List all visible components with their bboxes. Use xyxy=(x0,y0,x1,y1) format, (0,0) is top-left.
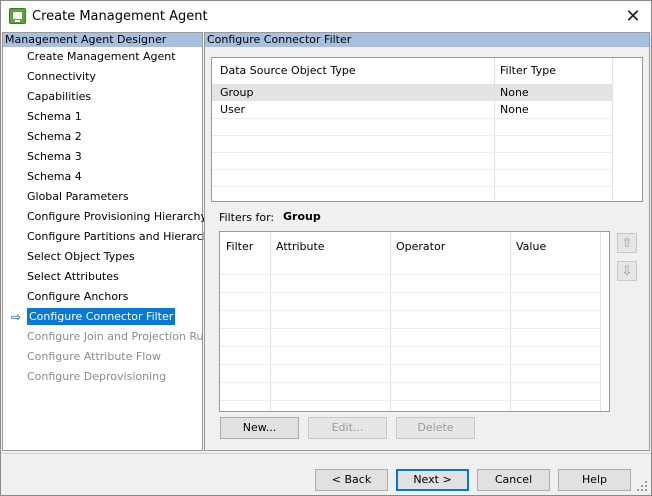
create-management-agent-dialog: Create Management Agent ✕ Management Age… xyxy=(0,0,652,496)
row-object-type: User xyxy=(220,103,246,116)
column-header-value[interactable]: Value xyxy=(516,240,546,253)
next-button[interactable]: Next > xyxy=(396,469,469,491)
column-divider xyxy=(510,232,511,411)
nav-item-global-parameters[interactable]: Global Parameters xyxy=(3,187,202,207)
nav-item-select-attributes[interactable]: Select Attributes xyxy=(3,267,202,287)
back-button[interactable]: < Back xyxy=(315,469,388,491)
nav-item-select-object-types[interactable]: Select Object Types xyxy=(3,247,202,267)
filters-for-label: Filters for: xyxy=(219,211,275,224)
edit-filter-button[interactable]: Edit... xyxy=(308,417,387,439)
title-bar: Create Management Agent ✕ xyxy=(1,1,651,32)
column-divider xyxy=(600,232,601,411)
resize-grip-icon[interactable] xyxy=(637,481,649,493)
row-divider xyxy=(220,346,600,347)
move-up-icon[interactable]: ⇧ xyxy=(617,233,637,253)
table-row[interactable]: Group None xyxy=(212,84,612,101)
row-divider xyxy=(220,328,600,329)
nav-item-configure-attribute-flow: Configure Attribute Flow xyxy=(27,350,161,363)
nav-item-configure-anchors[interactable]: Configure Anchors xyxy=(3,287,202,307)
row-filter-type: None xyxy=(500,103,529,116)
nav-item-schema-1[interactable]: Schema 1 xyxy=(3,107,202,127)
column-divider xyxy=(390,232,391,411)
nav-item-configure-provisioning-hierarchy[interactable]: Configure Provisioning Hierarchy xyxy=(3,207,207,227)
row-divider xyxy=(212,135,612,136)
nav-item-schema-3[interactable]: Schema 3 xyxy=(3,147,202,167)
nav-item-create-management-agent[interactable]: Create Management Agent xyxy=(3,47,202,67)
delete-filter-button[interactable]: Delete xyxy=(396,417,475,439)
cancel-button[interactable]: Cancel xyxy=(477,469,550,491)
filter-conditions-grid[interactable]: Filter Attribute Operator Value xyxy=(219,231,610,412)
row-divider xyxy=(220,382,600,383)
nav-item-configure-join-projection: Configure Join and Projection Rules xyxy=(27,330,220,343)
row-divider xyxy=(220,292,600,293)
close-icon[interactable]: ✕ xyxy=(621,5,645,27)
column-header-filter-type[interactable]: Filter Type xyxy=(500,64,556,77)
nav-item-schema-2[interactable]: Schema 2 xyxy=(3,127,202,147)
nav-item-configure-deprovisioning: Configure Deprovisioning xyxy=(27,370,167,383)
column-header-filter[interactable]: Filter xyxy=(226,240,253,253)
nav-item-connectivity[interactable]: Connectivity xyxy=(3,67,202,87)
app-icon xyxy=(9,8,26,24)
object-type-grid-header: Data Source Object Type Filter Type xyxy=(212,58,612,84)
row-object-type: Group xyxy=(220,86,254,99)
designer-step-list: Create Management Agent Connectivity Cap… xyxy=(3,47,225,387)
column-header-data-source-object-type[interactable]: Data Source Object Type xyxy=(220,64,356,77)
row-divider xyxy=(212,186,612,187)
new-filter-button[interactable]: New... xyxy=(220,417,299,439)
current-step-arrow-icon: ⇨ xyxy=(11,310,22,324)
designer-panel-header: Management Agent Designer xyxy=(3,33,202,47)
move-down-icon[interactable]: ⇩ xyxy=(617,261,637,281)
filters-for-value: Group xyxy=(283,210,321,223)
connector-filter-panel: Configure Connector Filter Data Source O… xyxy=(204,32,650,451)
connector-filter-header: Configure Connector Filter xyxy=(205,33,649,47)
designer-nav-panel: Management Agent Designer Create Managem… xyxy=(2,32,225,451)
row-divider xyxy=(220,310,600,311)
row-divider xyxy=(212,118,612,119)
row-filter-type: None xyxy=(500,86,529,99)
nav-item-schema-4[interactable]: Schema 4 xyxy=(3,167,202,187)
column-divider xyxy=(612,58,613,201)
row-divider xyxy=(220,274,600,275)
column-divider xyxy=(270,232,271,411)
column-divider xyxy=(494,58,495,201)
help-button[interactable]: Help xyxy=(558,469,631,491)
footer-divider xyxy=(1,453,651,454)
row-divider xyxy=(220,400,600,401)
table-row[interactable]: User None xyxy=(212,101,612,118)
window-title: Create Management Agent xyxy=(32,9,208,24)
row-divider xyxy=(212,169,612,170)
row-divider xyxy=(212,152,612,153)
object-type-grid[interactable]: Data Source Object Type Filter Type Grou… xyxy=(211,57,643,202)
nav-item-configure-partitions[interactable]: Configure Partitions and Hierarchies xyxy=(3,227,225,247)
row-divider xyxy=(220,364,600,365)
nav-item-configure-connector-filter[interactable]: ⇨ Configure Connector Filter xyxy=(3,307,202,327)
column-header-attribute[interactable]: Attribute xyxy=(276,240,325,253)
nav-item-capabilities[interactable]: Capabilities xyxy=(3,87,202,107)
column-header-operator[interactable]: Operator xyxy=(396,240,445,253)
